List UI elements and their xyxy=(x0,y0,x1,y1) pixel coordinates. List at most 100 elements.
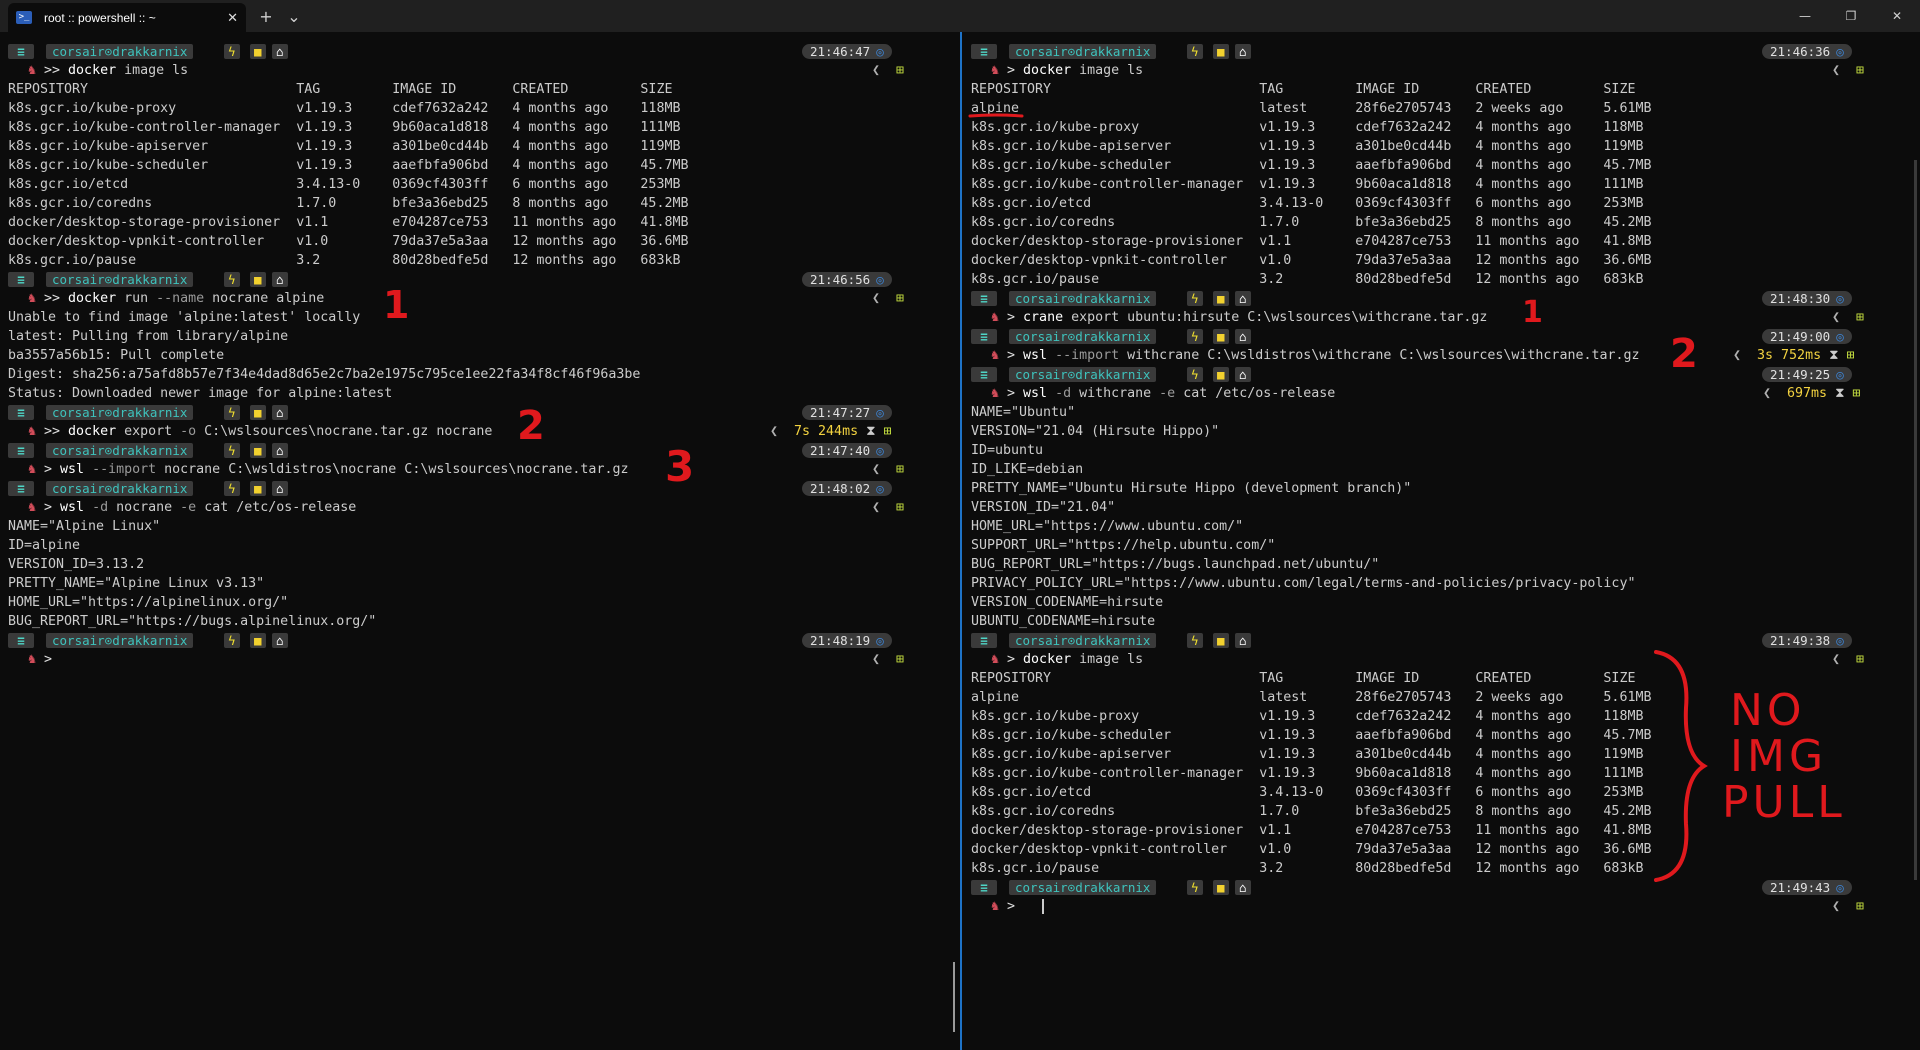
command-name: docker xyxy=(68,291,117,306)
timestamp: 21:49:00 xyxy=(1770,329,1831,344)
status-icon: ⊞ xyxy=(1856,652,1865,667)
folder-icon: ■ xyxy=(250,405,266,420)
output-line: PRETTY_NAME="Alpine Linux v3.13" xyxy=(8,576,265,591)
git-lightning-icon: ϟ xyxy=(224,481,240,496)
command-name: wsl xyxy=(60,462,85,477)
clock-icon: ◎ xyxy=(1836,880,1844,895)
user-host-segment: corsair⊙drakkarnix xyxy=(1009,44,1157,59)
right-bracket: ❮ xyxy=(1832,63,1841,78)
timestamp: 21:46:56 xyxy=(810,272,871,287)
command-name: crane xyxy=(1023,310,1064,325)
command-args: nocrane C:\wsldistros\nocrane C:\wslsour… xyxy=(156,462,629,477)
user-host-segment: corsair⊙drakkarnix xyxy=(1009,880,1157,895)
new-tab-button[interactable]: + xyxy=(252,2,280,30)
table-row: k8s.gcr.io/kube-controller-manager v1.19… xyxy=(971,177,1644,192)
window-controls: — ❐ ✕ xyxy=(1782,0,1920,32)
output-line: HOME_URL="https://alpinelinux.org/" xyxy=(8,595,289,610)
status-icon: ⊞ xyxy=(1856,310,1865,325)
table-row: k8s.gcr.io/kube-scheduler v1.19.3 aaefbf… xyxy=(971,158,1652,173)
output-line: VERSION_ID=3.13.2 xyxy=(8,557,145,572)
table-row: k8s.gcr.io/etcd 3.4.13-0 0369cf4303ff 6 … xyxy=(971,785,1644,800)
tab-close-icon[interactable]: ✕ xyxy=(227,10,238,26)
tab-dropdown-button[interactable]: ⌄ xyxy=(280,2,308,30)
table-row: docker/desktop-vpnkit-controller v1.0 79… xyxy=(971,842,1652,857)
timestamp-segment: 21:46:56 ◎ xyxy=(802,272,892,287)
right-bracket: ❮ xyxy=(872,462,881,477)
terminal-tab[interactable]: >_ root :: powershell :: ~ ✕ xyxy=(8,3,246,32)
prompt-chevron: > xyxy=(1007,348,1016,363)
title-bar: >_ root :: powershell :: ~ ✕ + ⌄ — ❐ ✕ xyxy=(0,0,1920,32)
menu-icon: ≡ xyxy=(8,405,34,420)
timestamp-segment: 21:46:36 ◎ xyxy=(1762,44,1852,59)
command-args: cat /etc/os-release xyxy=(196,500,357,515)
output-line: VERSION="21.04 (Hirsute Hippo)" xyxy=(971,424,1220,439)
shell-icon: ♞ xyxy=(991,348,1008,363)
timestamp-segment: 21:49:43 ◎ xyxy=(1762,880,1852,895)
output-line: ID_LIKE=debian xyxy=(971,462,1084,477)
menu-icon: ≡ xyxy=(971,329,997,344)
timestamp: 21:48:30 xyxy=(1770,291,1831,306)
pane-divider[interactable] xyxy=(960,32,962,1050)
folder-icon: ■ xyxy=(250,443,266,458)
folder-icon: ■ xyxy=(1213,880,1229,895)
command-args: run xyxy=(116,291,157,306)
output-line: SUPPORT_URL="https://help.ubuntu.com/" xyxy=(971,538,1276,553)
right-prompt: ❮ ⊞ xyxy=(1832,61,1864,80)
close-button[interactable]: ✕ xyxy=(1874,0,1920,32)
timestamp: 21:47:27 xyxy=(810,405,871,420)
shell-icon: ♞ xyxy=(991,63,1008,78)
home-icon: ⌂ xyxy=(1235,633,1251,648)
prompt-chevron: >> xyxy=(44,63,61,78)
menu-icon: ≡ xyxy=(971,291,997,306)
folder-icon: ■ xyxy=(1213,633,1229,648)
prompt-chevron: > xyxy=(1007,652,1016,667)
right-prompt: ❮ 697ms ⧗ ⊞ xyxy=(1763,384,1860,403)
timestamp-segment: 21:48:02 ◎ xyxy=(802,481,892,496)
timestamp-segment: 21:47:27 ◎ xyxy=(802,405,892,420)
prompt-chevron: > xyxy=(1007,386,1016,401)
timestamp-segment: 21:46:47 ◎ xyxy=(802,44,892,59)
right-terminal-pane[interactable]: ≡ corsair⊙drakkarnix ϟ ■ ⌂ 21:46:36 ◎ ♞ > docke… xyxy=(963,32,1920,1050)
prompt-chevron: > xyxy=(1007,310,1016,325)
folder-icon: ■ xyxy=(250,633,266,648)
status-icon: ⊞ xyxy=(896,462,905,477)
right-bracket: ❮ xyxy=(1832,899,1841,914)
shell-icon: ♞ xyxy=(28,291,45,306)
clock-icon: ◎ xyxy=(1836,367,1844,382)
command-flag: -d xyxy=(1055,386,1072,401)
status-icon: ⊞ xyxy=(1846,348,1855,363)
output-line: BUG_REPORT_URL="https://bugs.alpinelinux… xyxy=(8,614,377,629)
curly-brace-annotation xyxy=(1654,650,1708,882)
output-line: UBUNTU_CODENAME=hirsute xyxy=(971,614,1156,629)
table-row: k8s.gcr.io/kube-proxy v1.19.3 cdef7632a2… xyxy=(971,709,1644,724)
prompt-bar: ≡ corsair⊙drakkarnix ϟ ■ ⌂ 21:46:47 ◎ xyxy=(0,44,956,59)
clock-icon: ◎ xyxy=(1836,329,1844,344)
status-icon: ⊞ xyxy=(1856,899,1865,914)
right-bracket: ❮ xyxy=(872,652,881,667)
timestamp-segment: 21:49:00 ◎ xyxy=(1762,329,1852,344)
user-host-segment: corsair⊙drakkarnix xyxy=(46,44,194,59)
command-args xyxy=(1047,348,1055,363)
command-line: ♞ > xyxy=(28,650,60,669)
shell-icon: ♞ xyxy=(28,63,45,78)
left-terminal-pane[interactable]: ≡ corsair⊙drakkarnix ϟ ■ ⌂ 21:46:47 ◎ ♞ >> dock… xyxy=(0,32,956,1050)
right-prompt: ❮ 7s 244ms ⧗ ⊞ xyxy=(770,422,891,441)
git-lightning-icon: ϟ xyxy=(1187,291,1203,306)
right-bracket: ❮ xyxy=(1832,652,1841,667)
restore-button[interactable]: ❐ xyxy=(1828,0,1874,32)
table-row: k8s.gcr.io/kube-controller-manager v1.19… xyxy=(971,766,1644,781)
prompt-chevron: > xyxy=(44,652,53,667)
timestamp: 21:48:02 xyxy=(810,481,871,496)
table-row: k8s.gcr.io/pause 3.2 80d28bedfe5d 12 mon… xyxy=(971,272,1644,287)
home-icon: ⌂ xyxy=(272,481,288,496)
minimize-button[interactable]: — xyxy=(1782,0,1828,32)
command-name: wsl xyxy=(60,500,85,515)
execution-duration: 7s 244ms xyxy=(794,424,859,439)
shell-icon: ♞ xyxy=(991,310,1008,325)
table-row: k8s.gcr.io/kube-controller-manager v1.19… xyxy=(8,120,681,135)
shell-icon: ♞ xyxy=(28,652,45,667)
folder-icon: ■ xyxy=(1213,44,1229,59)
annotation-left-3: 3 xyxy=(665,442,695,491)
text-cursor[interactable] xyxy=(1042,899,1044,914)
annotation-pull: PULL xyxy=(1722,777,1846,828)
